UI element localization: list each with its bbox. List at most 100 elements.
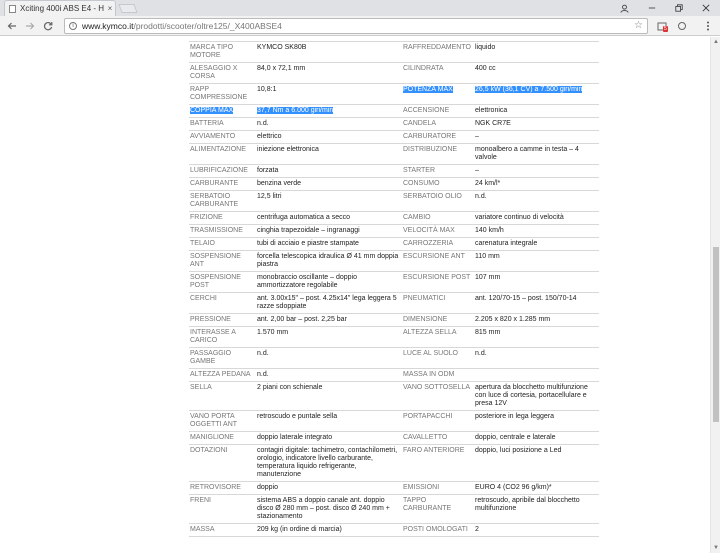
spec-label: TRASMISSIONE — [189, 224, 256, 238]
browser-tab[interactable]: Xciting 400i ABS E4 - H × — [4, 0, 116, 16]
spec-value: 26,5 kW (36,1 CV) a 7.500 giri/min — [474, 83, 599, 105]
spec-label: SELLA — [189, 381, 256, 411]
spec-label-text: CARBURATORE — [403, 133, 457, 140]
spec-label-text: DISTRIBUZIONE — [403, 146, 458, 153]
spec-label-text: TRASMISSIONE — [190, 227, 243, 234]
spec-value: doppio laterale integrato — [256, 431, 402, 445]
page-content: GEOMETRIA MARCA TIPO MOTORE KYMCO SK80B RAF… — [0, 37, 710, 553]
spec-label-text: PORTAPACCHI — [403, 413, 453, 420]
spec-value-text: elettronica — [475, 107, 508, 114]
new-tab-button[interactable] — [118, 4, 138, 13]
spec-value: sistema ABS a doppio canale ant. doppio … — [256, 494, 402, 524]
spec-label-text: MARCA TIPO MOTORE — [190, 44, 234, 59]
spec-value-text: elettrico — [257, 133, 282, 140]
spec-label: BATTERIA — [189, 117, 256, 131]
spec-value-text: tubi di acciaio e piastre stampate — [257, 240, 359, 247]
spec-value: EURO 4 (CO2 96 g/km)* — [474, 481, 599, 495]
spec-label-text: BATTERIA — [190, 120, 224, 127]
table-row: LUBRIFICAZIONE forzata STARTER – — [189, 164, 599, 178]
spec-value: ant. 120/70-15 – post. 150/70-14 — [474, 292, 599, 314]
spec-value-text: 24 km/l* — [475, 180, 501, 187]
spec-value-text: benzina verde — [257, 180, 301, 187]
spec-value-text: 37,7 Nm a 6.000 giri/min — [257, 107, 334, 114]
spec-value: contagiri digitale: tachimetro, contachi… — [256, 444, 402, 482]
spec-label: RAPP COMPRESSIONE — [189, 83, 256, 105]
spec-label: PRESSIONE — [189, 313, 256, 327]
spec-label-text: TELAIO — [190, 240, 215, 247]
spec-value-text: n.d. — [475, 193, 487, 200]
spec-label-text: ALIMENTAZIONE — [190, 146, 246, 153]
spec-value-text: 110 mm — [475, 253, 500, 260]
spec-label-text: ESCURSIONE ANT — [403, 253, 465, 260]
spec-value-text: 815 mm — [475, 329, 501, 336]
close-icon[interactable]: × — [105, 4, 115, 13]
browser-toolbar: i www.kymco.it/prodotti/scooter/oltre125… — [0, 16, 720, 36]
spec-value-text: n.d. — [257, 371, 269, 378]
spec-label-text: DIMENSIONE — [403, 316, 448, 323]
tab-title: Xciting 400i ABS E4 - H — [20, 4, 105, 13]
minimize-icon[interactable] — [648, 0, 656, 16]
scrollbar-thumb[interactable] — [713, 247, 719, 422]
spec-value: monoalbero a camme in testa – 4 valvole — [474, 143, 599, 165]
spec-label: PASSAGGIO GAMBE — [189, 347, 256, 369]
spec-label-text: FARO ANTERIORE — [403, 447, 465, 454]
spec-value: 12,5 litri — [256, 190, 402, 212]
forward-icon[interactable] — [22, 18, 38, 34]
extension-icon[interactable]: 5 — [654, 18, 670, 34]
spec-value: forzata — [256, 164, 402, 178]
table-row: TRASMISSIONE cinghia trapezoidale – ingra… — [189, 224, 599, 238]
spec-label: SOSPENSIONE POST — [189, 271, 256, 293]
spec-label-text: SELLA — [190, 384, 212, 391]
spec-label: CONSUMO — [402, 177, 474, 191]
spec-value-text: doppio, luci posizione a Led — [475, 447, 562, 454]
spec-label: SOSPENSIONE ANT — [189, 250, 256, 272]
table-row: CARBURANTE benzina verde CONSUMO 24 km/l* — [189, 177, 599, 191]
spec-label-text: MASSA — [190, 526, 215, 533]
spec-value: n.d. — [256, 347, 402, 369]
scroll-down-icon[interactable]: ▼ — [713, 545, 719, 551]
table-row: SOSPENSIONE POST monobraccio oscillante –… — [189, 271, 599, 293]
menu-icon[interactable] — [700, 18, 716, 34]
spec-value: retroscudo, apribile dal blocchetto mult… — [474, 494, 599, 524]
info-icon[interactable]: i — [69, 22, 77, 30]
spec-label: DIMENSIONE — [402, 313, 474, 327]
spec-value: n.d. — [474, 190, 599, 212]
bookmark-star-icon[interactable]: ☆ — [634, 20, 643, 31]
page-icon — [9, 4, 16, 13]
spec-value-text: iniezione elettronica — [257, 146, 319, 153]
spec-value: – — [474, 130, 599, 144]
table-row: ALTEZZA PEDANA n.d. MASSA IN ODM — [189, 368, 599, 382]
spec-value: elettronica — [474, 104, 599, 118]
spec-value: 1.570 mm — [256, 326, 402, 348]
spec-value: 400 cc — [474, 62, 599, 84]
extension-2-icon[interactable] — [674, 18, 690, 34]
spec-value: NGK CR7E — [474, 117, 599, 131]
address-bar[interactable]: i www.kymco.it/prodotti/scooter/oltre125… — [64, 18, 648, 34]
spec-value: iniezione elettronica — [256, 143, 402, 165]
spec-label-text: SERBATOIO OLIO — [403, 193, 462, 200]
table-row: MARCA TIPO MOTORE KYMCO SK80B RAFFREDDAMEN… — [189, 41, 599, 63]
table-row: BATTERIA n.d. CANDELA NGK CR7E — [189, 117, 599, 131]
spec-label: ALTEZZA PEDANA — [189, 368, 256, 382]
profile-icon[interactable] — [620, 0, 629, 16]
spec-value: tubi di acciaio e piastre stampate — [256, 237, 402, 251]
back-icon[interactable] — [4, 18, 20, 34]
spec-value: forcella telescopica idraulica Ø 41 mm d… — [256, 250, 402, 272]
table-row: MASSA 209 kg (in ordine di marcia) POSTI O… — [189, 523, 599, 537]
spec-value: doppio, luci posizione a Led — [474, 444, 599, 482]
spec-value: 2 piani con schienale — [256, 381, 402, 411]
spec-label: ESCURSIONE POST — [402, 271, 474, 293]
spec-value-text: 2 — [475, 526, 479, 533]
restore-icon[interactable] — [675, 0, 683, 16]
spec-value: KYMCO SK80B — [256, 41, 402, 63]
close-window-icon[interactable] — [702, 0, 710, 16]
spec-label: FRIZIONE — [189, 211, 256, 225]
spec-value: 2.205 x 820 x 1.285 mm — [474, 313, 599, 327]
reload-icon[interactable] — [40, 18, 56, 34]
spec-label-text: PNEUMATICI — [403, 295, 446, 302]
scroll-up-icon[interactable]: ▲ — [713, 39, 719, 45]
table-row: PASSAGGIO GAMBE n.d. LUCE AL SUOLO n.d. — [189, 347, 599, 369]
scrollbar[interactable]: ▲ ▼ — [710, 37, 720, 553]
spec-label-text: ALTEZZA PEDANA — [190, 371, 251, 378]
spec-value-text: 1.570 mm — [257, 329, 289, 336]
